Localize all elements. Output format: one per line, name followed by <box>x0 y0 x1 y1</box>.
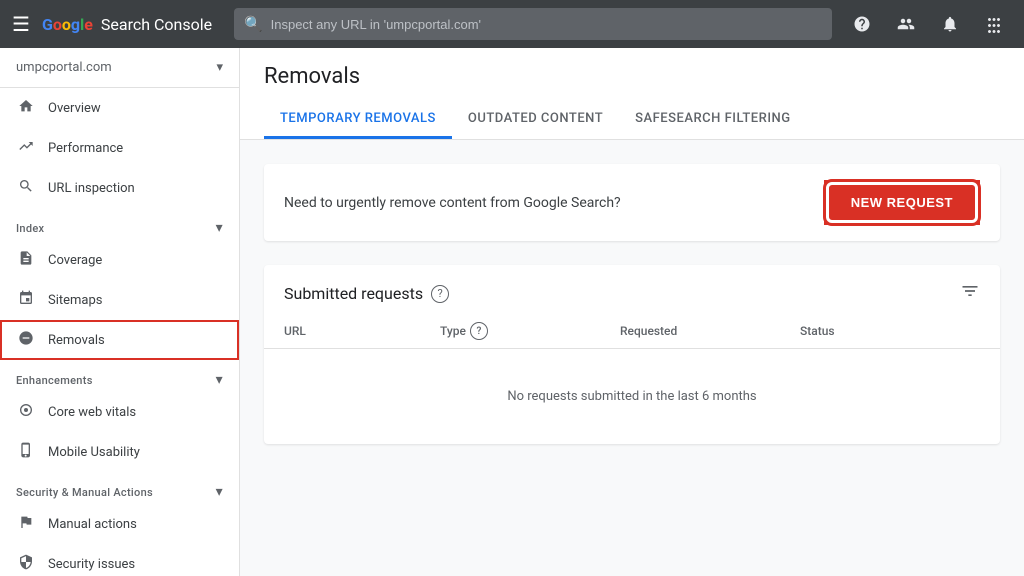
submitted-requests-help-icon[interactable]: ? <box>431 285 449 303</box>
search-input[interactable] <box>271 17 822 32</box>
home-icon <box>16 98 36 118</box>
filter-icon[interactable] <box>960 281 980 306</box>
performance-icon <box>16 138 36 158</box>
main-content: Removals TEMPORARY REMOVALS OUTDATED CON… <box>240 48 1024 576</box>
type-help-icon[interactable]: ? <box>470 322 488 340</box>
content-area: Need to urgently remove content from Goo… <box>240 140 1024 468</box>
app-brand: Google Search Console <box>42 15 222 34</box>
index-section-arrow[interactable]: ▾ <box>216 220 223 236</box>
mobile-usability-icon <box>16 442 36 462</box>
sidebar-item-manual-actions[interactable]: Manual actions <box>0 504 239 544</box>
enhancements-section-arrow[interactable]: ▾ <box>216 372 223 388</box>
search-icon: 🔍 <box>244 15 263 33</box>
property-arrow-icon: ▾ <box>216 60 223 75</box>
sidebar-item-security-issues[interactable]: Security issues <box>0 544 239 576</box>
submitted-requests-title: Submitted requests ? <box>284 284 449 303</box>
col-header-type: Type ? <box>440 322 620 340</box>
tabs: TEMPORARY REMOVALS OUTDATED CONTENT SAFE… <box>264 101 1000 139</box>
empty-state-text: No requests submitted in the last 6 mont… <box>507 389 756 404</box>
account-icon-button[interactable] <box>888 6 924 42</box>
new-request-btn-wrapper: NEW REQUEST <box>824 180 980 225</box>
sidebar-item-removals[interactable]: Removals <box>0 320 239 360</box>
new-request-button[interactable]: NEW REQUEST <box>829 185 975 220</box>
sidebar-item-removals-label: Removals <box>48 333 105 348</box>
security-issues-icon <box>16 554 36 574</box>
sidebar-item-mobile-usability-label: Mobile Usability <box>48 445 140 460</box>
page-title: Removals <box>264 64 1000 101</box>
col-header-requested: Requested <box>620 322 800 340</box>
search-bar: 🔍 <box>234 8 832 40</box>
submitted-requests-section: Submitted requests ? URL Type <box>264 265 1000 444</box>
security-section-label: Security & Manual Actions <box>16 486 153 499</box>
removals-icon <box>16 330 36 350</box>
help-icon-button[interactable] <box>844 6 880 42</box>
sidebar-item-overview[interactable]: Overview <box>0 88 239 128</box>
sidebar-item-coverage[interactable]: Coverage <box>0 240 239 280</box>
core-web-vitals-icon <box>16 402 36 422</box>
security-section-header: Security & Manual Actions ▾ <box>0 472 239 504</box>
security-section-arrow[interactable]: ▾ <box>216 484 223 500</box>
page-header: Removals TEMPORARY REMOVALS OUTDATED CON… <box>240 48 1024 140</box>
hamburger-icon[interactable]: ☰ <box>12 12 30 36</box>
app-layout: umpcportal.com ▾ Overview Performance UR… <box>0 48 1024 576</box>
sidebar-item-sitemaps[interactable]: Sitemaps <box>0 280 239 320</box>
property-label: umpcportal.com <box>16 60 112 75</box>
sidebar-item-core-web-vitals[interactable]: Core web vitals <box>0 392 239 432</box>
index-section-label: Index <box>16 222 44 235</box>
tab-safesearch-filtering[interactable]: SAFESEARCH FILTERING <box>619 101 806 139</box>
sidebar-item-core-web-vitals-label: Core web vitals <box>48 405 136 420</box>
sidebar-item-overview-label: Overview <box>48 101 101 116</box>
bell-icon-button[interactable] <box>932 6 968 42</box>
tab-outdated-content[interactable]: OUTDATED CONTENT <box>452 101 619 139</box>
sidebar: umpcportal.com ▾ Overview Performance UR… <box>0 48 240 576</box>
index-section-header: Index ▾ <box>0 208 239 240</box>
url-inspection-icon <box>16 178 36 198</box>
request-banner-text: Need to urgently remove content from Goo… <box>284 195 621 211</box>
sidebar-item-performance-label: Performance <box>48 141 123 156</box>
col-header-status: Status <box>800 322 980 340</box>
sidebar-item-manual-actions-label: Manual actions <box>48 517 137 532</box>
coverage-icon <box>16 250 36 270</box>
request-banner: Need to urgently remove content from Goo… <box>264 164 1000 241</box>
sidebar-item-url-inspection-label: URL inspection <box>48 181 135 196</box>
top-navigation: ☰ Google Search Console 🔍 <box>0 0 1024 48</box>
sidebar-item-security-issues-label: Security issues <box>48 557 135 572</box>
sidebar-item-sitemaps-label: Sitemaps <box>48 293 103 308</box>
sidebar-item-url-inspection[interactable]: URL inspection <box>0 168 239 208</box>
enhancements-section-header: Enhancements ▾ <box>0 360 239 392</box>
table-header: URL Type ? Requested Status <box>264 314 1000 349</box>
property-selector[interactable]: umpcportal.com ▾ <box>0 48 239 88</box>
grid-icon-button[interactable] <box>976 6 1012 42</box>
submitted-requests-header: Submitted requests ? <box>264 265 1000 314</box>
sidebar-item-performance[interactable]: Performance <box>0 128 239 168</box>
col-header-url: URL <box>284 322 440 340</box>
tab-temporary-removals[interactable]: TEMPORARY REMOVALS <box>264 101 452 139</box>
sitemaps-icon <box>16 290 36 310</box>
submitted-title-text: Submitted requests <box>284 284 423 303</box>
sidebar-item-mobile-usability[interactable]: Mobile Usability <box>0 432 239 472</box>
empty-state: No requests submitted in the last 6 mont… <box>264 349 1000 444</box>
enhancements-section-label: Enhancements <box>16 374 93 387</box>
manual-actions-icon <box>16 514 36 534</box>
nav-icons <box>844 6 1012 42</box>
sidebar-item-coverage-label: Coverage <box>48 253 102 268</box>
